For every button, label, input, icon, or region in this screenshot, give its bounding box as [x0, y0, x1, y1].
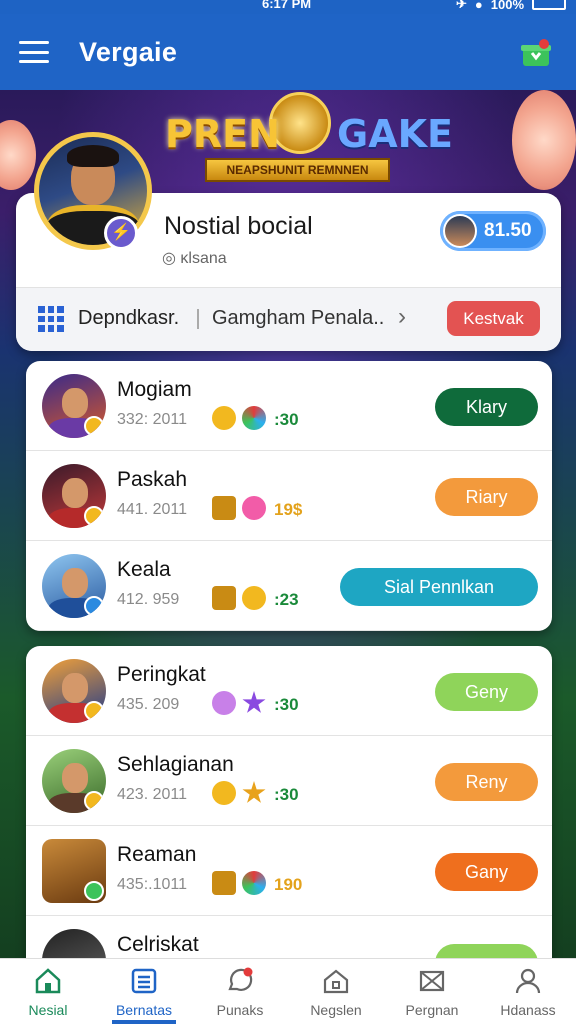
coin-icon [212, 406, 236, 430]
game-logo: PREN GAKE NEAPSHUNIT REMNNEN [165, 92, 453, 192]
tab-punaks[interactable]: Punaks [192, 959, 288, 1024]
verified-badge-icon: ⚡ [104, 216, 138, 250]
coin-icon [212, 781, 236, 805]
battery-icon [532, 0, 566, 10]
row-action-button[interactable]: Gany [435, 853, 538, 891]
coin-balance[interactable]: 81.50 [440, 211, 546, 251]
tab-hdanass[interactable]: Hdanass [480, 959, 576, 1024]
coin-icon [242, 586, 266, 610]
profile-name: Nostial bocial [164, 212, 313, 240]
player-score: 423. 2011 [117, 786, 187, 803]
avatar [42, 749, 106, 813]
flower-decoration [0, 120, 36, 190]
logo-text-left: PREN [165, 112, 280, 156]
avatar [42, 839, 106, 903]
player-name: Peringkat [117, 663, 206, 686]
band-right-label[interactable]: Gamgham Penala.. [212, 307, 384, 330]
tab-negslen[interactable]: Negslen [288, 959, 384, 1024]
mail-icon [419, 970, 445, 992]
player-points: :30 [274, 695, 299, 714]
gift-icon[interactable] [520, 38, 552, 68]
player-name: Mogiam [117, 378, 192, 401]
chest-icon [212, 496, 236, 520]
tab-label: Bernatas [115, 1002, 173, 1018]
avatar [42, 464, 106, 528]
bottom-tab-bar: Nesial Bernatas Punaks Negslen Pergnan H… [0, 958, 576, 1024]
star-icon [242, 781, 266, 803]
status-bar: 6:17 PM ✈ ● 100% [0, 0, 576, 14]
row-action-button[interactable]: Reny [435, 763, 538, 801]
tab-bernatas[interactable]: Bernatas [96, 959, 192, 1024]
coin-avatar-icon [443, 214, 477, 248]
status-right: ✈ ● 100% [456, 0, 566, 12]
divider [197, 309, 199, 329]
band-left-label[interactable]: Depndkasr. [78, 307, 179, 330]
player-name: Keala [117, 558, 171, 581]
coin-value: 81.50 [484, 220, 532, 241]
house-icon [323, 969, 349, 994]
list-item[interactable]: Reaman 435:.1011 190 Gany [26, 826, 552, 916]
chat-icon [228, 967, 253, 991]
menu-icon[interactable] [19, 41, 49, 63]
player-points: 19$ [274, 500, 303, 519]
player-name: Paskah [117, 468, 188, 491]
wifi-icon: ● [474, 0, 483, 12]
player-score: 332: 2011 [117, 411, 187, 428]
person-icon [515, 968, 541, 994]
list-icon [131, 968, 157, 994]
row-action-button[interactable]: Riary [435, 478, 538, 516]
player-name: Reaman [117, 843, 197, 866]
player-score: 412. 959 [117, 591, 180, 608]
tab-label: Hdanass [500, 1002, 556, 1018]
list-item[interactable]: Paskah 441. 2011 19$ Riary [26, 451, 552, 541]
list-item[interactable]: Sehlagianan 423. 2011 :30 Reny [26, 736, 552, 826]
signal-icon: ✈ [455, 0, 467, 11]
player-name: Celriskat [117, 933, 199, 956]
row-action-button[interactable]: Geny [435, 673, 538, 711]
chevron-right-icon[interactable]: › [398, 303, 406, 331]
chest-icon [212, 871, 236, 895]
star-icon [242, 691, 266, 713]
list-item[interactable]: Mogiam 332: 2011 :30 Klary [26, 361, 552, 451]
tab-label: Negslen [310, 1002, 362, 1018]
player-list-bottom: Peringkat 435. 209 :30 Geny Sehlagianan … [26, 646, 552, 976]
kestvak-button[interactable]: Kestvak [447, 301, 540, 336]
gem-icon [242, 496, 266, 520]
player-points: :23 [274, 590, 299, 609]
player-list-top: Mogiam 332: 2011 :30 Klary Paskah 441. 2… [26, 361, 552, 631]
logo-text-right: GAKE [337, 112, 454, 156]
tab-pergnan[interactable]: Pergnan [384, 959, 480, 1024]
row-action-button[interactable]: Klary [435, 388, 538, 426]
app-header: Vergaie [0, 14, 576, 90]
avatar [42, 659, 106, 723]
row-action-button[interactable]: Sial Pennlkan [340, 568, 538, 606]
player-score: 435:.1011 [117, 876, 187, 893]
player-points: :30 [274, 410, 299, 429]
player-score: 435. 209 [117, 696, 180, 713]
grid-icon [38, 306, 64, 332]
globe-icon [242, 871, 266, 895]
tab-label: Pergnan [405, 1002, 459, 1018]
player-score: 441. 2011 [117, 501, 187, 518]
status-time: 6:17 PM [262, 0, 312, 11]
flower-decoration [512, 90, 576, 190]
avatar [42, 554, 106, 618]
player-points: 190 [274, 875, 303, 894]
tab-label: Punaks [216, 1002, 264, 1018]
battery-text: 100% [490, 0, 524, 12]
player-points: :30 [274, 785, 299, 804]
list-item[interactable]: Peringkat 435. 209 :30 Geny [26, 646, 552, 736]
globe-icon [242, 406, 266, 430]
home-icon [35, 968, 61, 994]
tab-nesial[interactable]: Nesial [0, 959, 96, 1024]
chest-icon [212, 586, 236, 610]
orb-icon [212, 691, 236, 715]
tab-label: Nesial [28, 1002, 68, 1018]
list-item[interactable]: Keala 412. 959 :23 Sial Pennlkan [26, 541, 552, 631]
profile-handle: ◎ ĸlsana [162, 250, 227, 267]
logo-subtitle: NEAPSHUNIT REMNNEN [205, 158, 390, 182]
app-title: Vergaie [79, 36, 178, 67]
avatar [42, 374, 106, 438]
player-name: Sehlagianan [117, 753, 234, 776]
